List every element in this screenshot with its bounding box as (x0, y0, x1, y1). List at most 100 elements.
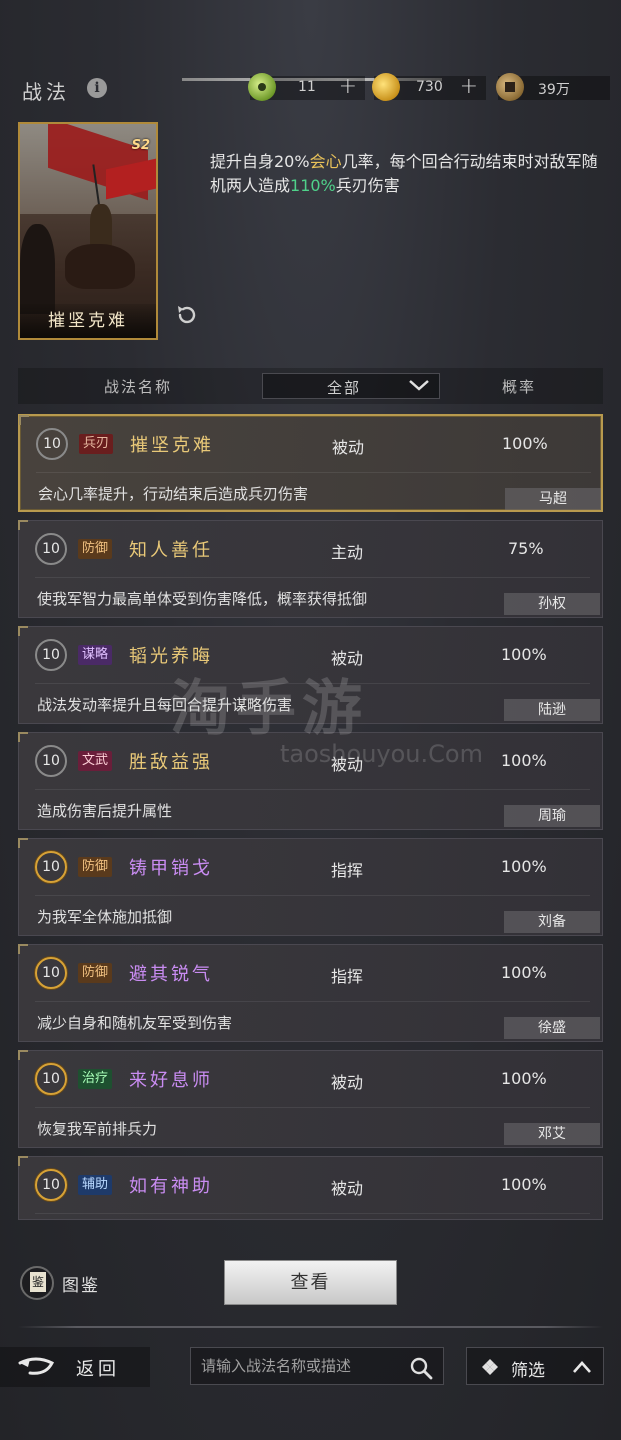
handbook-label[interactable]: 图鉴 (62, 1271, 100, 1296)
back-arrow-icon (18, 1357, 55, 1375)
skill-rate: 100% (502, 434, 548, 453)
skill-table-header: 战法名称 全部 概率 (18, 368, 603, 404)
skill-card[interactable]: S2 摧坚克难 (18, 122, 158, 340)
skill-type-tag: 文武 (78, 751, 113, 771)
back-button[interactable]: 返回 (0, 1347, 150, 1387)
back-label: 返回 (76, 1359, 120, 1380)
skill-row[interactable]: 10 兵刃 摧坚克难 被动 100% 会心几率提升，行动结束后造成兵刃伤害 马超 (18, 414, 603, 512)
skill-rate: 75% (508, 539, 544, 558)
skill-mode: 被动 (331, 1073, 364, 1092)
row-divider (35, 577, 590, 578)
jade-resource: 11 + (248, 73, 365, 101)
skill-name: 避其锐气 (129, 964, 213, 985)
skill-row[interactable]: 10 防御 知人善任 主动 75% 使我军智力最高单体受到伤害降低，概率获得抵御… (18, 520, 603, 618)
info-icon[interactable]: i (87, 78, 107, 98)
handbook-icon[interactable] (20, 1266, 54, 1300)
search-icon[interactable] (409, 1356, 433, 1380)
skill-row[interactable]: 10 防御 避其锐气 指挥 100% 减少自身和随机友军受到伤害 徐盛 (18, 944, 603, 1042)
hero-badge: 周瑜 (504, 805, 600, 827)
skill-level: 10 (35, 1063, 67, 1095)
skill-type-tag: 防御 (78, 857, 113, 877)
gold-resource: 730 + (372, 73, 486, 101)
skill-name: 摧坚克难 (130, 435, 214, 456)
skill-effect: 减少自身和随机友军受到伤害 (37, 1014, 233, 1032)
hero-badge: 陆逊 (504, 699, 600, 721)
view-button[interactable]: 查看 (224, 1260, 397, 1305)
skill-mode: 被动 (331, 755, 364, 774)
add-jade-button[interactable]: + (339, 74, 357, 99)
skill-level: 10 (35, 745, 67, 777)
top-bar: 战法 i 11 + 730 + 39万 (0, 70, 621, 110)
row-divider (35, 683, 590, 684)
skill-level: 10 (35, 851, 67, 883)
skill-level: 10 (35, 1169, 67, 1201)
row-divider (35, 1213, 590, 1214)
skill-name: 知人善任 (129, 540, 213, 561)
card-art-rider (90, 204, 112, 249)
desc-text: 提升自身20% (210, 152, 310, 171)
skill-mode: 被动 (331, 649, 364, 668)
search-box[interactable] (190, 1347, 444, 1385)
filter-label: 筛选 (511, 1361, 545, 1381)
skill-effect: 使我军智力最高单体受到伤害降低，概率获得抵御 (37, 590, 368, 608)
skill-name: 如有神助 (129, 1176, 213, 1197)
skill-row[interactable]: 10 谋略 韬光养晦 被动 100% 战法发动率提升且每回合提升谋略伤害 陆逊 (18, 626, 603, 724)
skill-mode: 被动 (331, 1179, 364, 1198)
hero-badge: 马超 (505, 488, 601, 510)
skill-type-tag: 辅助 (78, 1175, 113, 1195)
copper-count: 39万 (538, 82, 570, 98)
skill-row[interactable]: 10 文武 胜敌益强 被动 100% 造成伤害后提升属性 周瑜 (18, 732, 603, 830)
hero-badge: 刘备 (504, 911, 600, 933)
desc-highlight-crit: 会心 (309, 152, 342, 171)
type-filter-dropdown[interactable]: 全部 (262, 373, 440, 399)
skill-type-tag: 谋略 (78, 645, 113, 665)
jade-count: 11 (298, 79, 316, 95)
skill-type-tag: 兵刃 (79, 434, 114, 454)
hero-badge: 徐盛 (504, 1017, 600, 1039)
row-divider (35, 1001, 590, 1002)
footer-divider (18, 1326, 603, 1328)
season-tag: S2 (131, 138, 150, 153)
skill-type-tag: 治疗 (78, 1069, 113, 1089)
search-input[interactable] (201, 1356, 401, 1376)
filter-icon (482, 1359, 498, 1375)
skill-rate: 100% (501, 857, 547, 876)
skill-effect: 为我军全体施加抵御 (37, 908, 173, 926)
skill-type-tag: 防御 (78, 539, 113, 559)
row-divider (35, 1107, 590, 1108)
skill-mode: 指挥 (331, 861, 364, 880)
skill-row[interactable]: 10 辅助 如有神助 被动 100% (18, 1156, 603, 1220)
skill-name: 韬光养晦 (129, 646, 213, 667)
row-divider (35, 895, 590, 896)
chevron-up-icon[interactable] (571, 1358, 593, 1376)
skill-effect: 造成伤害后提升属性 (37, 802, 173, 820)
column-header-rate: 概率 (502, 378, 537, 396)
skill-rate: 100% (501, 751, 547, 770)
skill-rate: 100% (501, 1069, 547, 1088)
reset-icon[interactable] (174, 302, 200, 328)
skill-mode: 被动 (332, 438, 365, 457)
hero-badge: 孙权 (504, 593, 600, 615)
skill-effect: 战法发动率提升且每回合提升谋略伤害 (37, 696, 293, 714)
copper-coin-icon (496, 73, 524, 101)
row-divider (35, 789, 590, 790)
skill-name: 铸甲销戈 (129, 858, 213, 879)
skill-rate: 100% (501, 645, 547, 664)
skill-description: 提升自身20%会心几率，每个回合行动结束时对敌军随机两人造成110%兵刃伤害 (210, 150, 605, 198)
add-gold-button[interactable]: + (460, 74, 478, 99)
skill-effect: 恢复我军前排兵力 (37, 1120, 158, 1138)
skill-mode: 主动 (331, 543, 364, 562)
column-header-name: 战法名称 (104, 378, 173, 396)
skill-row[interactable]: 10 防御 铸甲销戈 指挥 100% 为我军全体施加抵御 刘备 (18, 838, 603, 936)
skill-name: 来好息师 (129, 1070, 213, 1091)
page-title: 战法 (22, 80, 70, 104)
skill-effect: 会心几率提升，行动结束后造成兵刃伤害 (38, 485, 309, 503)
skill-level: 10 (35, 639, 67, 671)
card-skill-name: 摧坚克难 (20, 304, 156, 338)
skill-type-tag: 防御 (78, 963, 113, 983)
skill-row[interactable]: 10 治疗 来好息师 被动 100% 恢复我军前排兵力 邓艾 (18, 1050, 603, 1148)
filter-button[interactable]: 筛选 (466, 1347, 604, 1385)
skill-name: 胜敌益强 (129, 752, 213, 773)
desc-highlight-percent: 110% (290, 176, 336, 195)
skill-mode: 指挥 (331, 967, 364, 986)
